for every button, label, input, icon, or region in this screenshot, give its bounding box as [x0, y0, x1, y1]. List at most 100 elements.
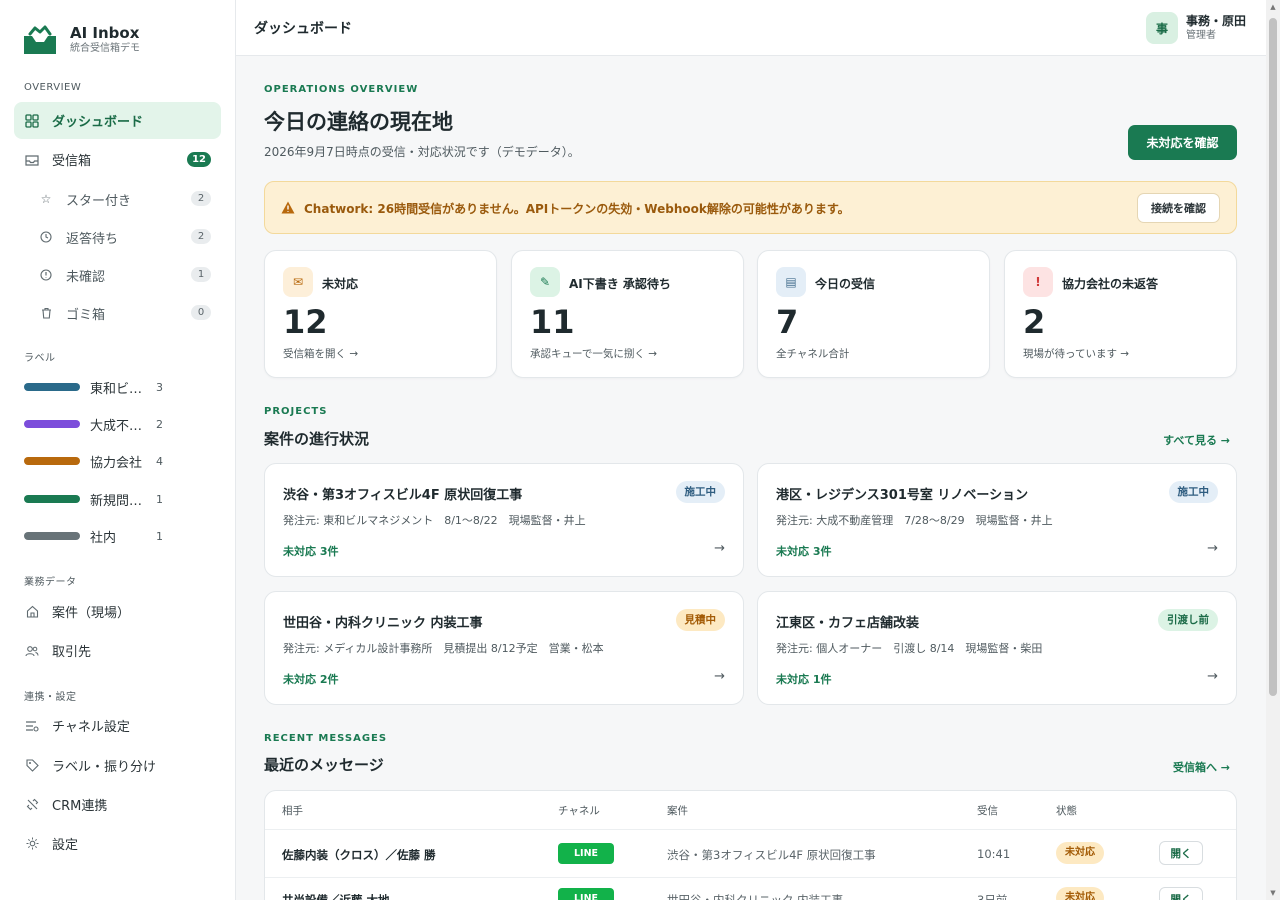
stat-value: 12 — [283, 303, 328, 341]
sidebar-item-labels-routing[interactable]: ラベル・振り分け — [14, 747, 221, 784]
arrow-right-icon[interactable]: → — [714, 541, 725, 556]
label-color-bar — [24, 457, 80, 465]
project-card[interactable]: 渋谷・第3オフィスビル4F 原状回復工事 施工中 発注元: 東和ビルマネジメント… — [264, 463, 744, 577]
sun-gear-icon — [24, 836, 40, 852]
sidebar-item-projects[interactable]: 案件（現場） — [14, 593, 221, 630]
scroll-down-arrow-icon[interactable]: ▼ — [1269, 889, 1277, 897]
label-item[interactable]: 新規問… 1 — [24, 488, 163, 510]
arrow-right-icon[interactable]: → — [1207, 541, 1218, 556]
label-count: 1 — [156, 529, 163, 543]
arrow-right-icon[interactable]: → — [714, 669, 725, 684]
alert-text: Chatwork: 26時間受信がありません。APIトークンの失効・Webhoo… — [304, 202, 850, 216]
check-connection-button[interactable]: 接続を確認 — [1137, 193, 1220, 223]
alert-circle-icon — [38, 267, 54, 283]
count-badge: 2 — [191, 229, 211, 244]
stat-label: 未対応 — [322, 277, 359, 291]
stat-link[interactable]: 現場が待っています → — [1023, 346, 1129, 361]
stat-link[interactable]: 受信箱を開く → — [283, 346, 358, 361]
user-menu[interactable]: 事 事務・原田 管理者 — [1145, 12, 1246, 44]
project-card[interactable]: 江東区・カフェ店舗改装 引渡し前 発注元: 個人オーナー 引渡し 8/14 現場… — [757, 591, 1237, 705]
section-overview: OVERVIEW — [24, 82, 82, 93]
stat-card-ai-drafts[interactable]: ✎ AI下書き 承認待ち 11 承認キューで一気に捌く → — [511, 250, 744, 378]
sidebar-item-dashboard[interactable]: ダッシュボード — [14, 102, 221, 139]
label-count: 1 — [156, 492, 163, 506]
stat-link[interactable]: 承認キューで一気に捌く → — [530, 346, 657, 361]
project-status-badge: 引渡し前 — [1158, 609, 1218, 631]
message-project: 世田谷・内科クリニック 内装工事 — [667, 893, 844, 900]
arrow-right-icon[interactable]: → — [1207, 669, 1218, 684]
messages-title: 最近のメッセージ — [264, 756, 384, 774]
project-meta: 発注元: メディカル設計事務所 見積提出 8/12予定 営業・松本 — [283, 642, 604, 655]
label-count: 2 — [156, 417, 163, 431]
project-card[interactable]: 世田谷・内科クリニック 内装工事 見積中 発注元: メディカル設計事務所 見積提… — [264, 591, 744, 705]
inbox-count-badge: 12 — [187, 152, 211, 167]
stat-card-partner-unreplied[interactable]: ! 協力会社の未返答 2 現場が待っています → — [1004, 250, 1237, 378]
column-header: チャネル — [558, 805, 600, 817]
scroll-thumb[interactable] — [1269, 18, 1277, 696]
project-meta: 発注元: 大成不動産管理 7/28〜8/29 現場監督・井上 — [776, 514, 1053, 527]
recent-messages-table: 相手 チャネル 案件 受信 状態 佐藤内装（クロス）／佐藤 勝 LINE 渋谷・… — [264, 790, 1237, 900]
project-meta: 発注元: 東和ビルマネジメント 8/1〜8/22 現場監督・井上 — [283, 514, 586, 527]
scroll-up-arrow-icon[interactable]: ▲ — [1269, 3, 1277, 11]
label-name: 協力会社 — [90, 455, 143, 471]
messages-eyebrow: RECENT MESSAGES — [264, 733, 388, 744]
sidebar-item-channel-settings[interactable]: チャネル設定 — [14, 707, 221, 744]
sidebar-item-crm[interactable]: CRM連携 — [14, 786, 221, 823]
tray-icon: ▤ — [776, 267, 806, 297]
label-count: 3 — [156, 380, 163, 394]
project-card[interactable]: 港区・レジデンス301号室 リノベーション 施工中 発注元: 大成不動産管理 7… — [757, 463, 1237, 577]
sidebar-item-starred[interactable]: ☆ スター付き 2 — [28, 183, 221, 215]
open-message-button[interactable]: 開く — [1159, 841, 1203, 865]
sidebar-item-label: CRM連携 — [52, 799, 108, 814]
open-message-button[interactable]: 開く — [1159, 887, 1203, 900]
label-name: 新規問… — [90, 493, 143, 509]
sliders-icon — [24, 718, 40, 734]
stat-value: 11 — [530, 303, 575, 341]
exclamation-icon: ! — [1023, 267, 1053, 297]
label-count: 4 — [156, 454, 163, 468]
link-icon — [24, 797, 40, 813]
sidebar-item-inbox[interactable]: 受信箱 12 — [14, 141, 221, 178]
see-all-projects-link[interactable]: すべて見る → — [1163, 432, 1230, 448]
stat-link: 全チャネル合計 — [776, 348, 850, 360]
brand-title: AI Inbox — [70, 24, 140, 42]
sidebar-item-unconfirmed[interactable]: 未確認 1 — [28, 259, 221, 291]
label-item[interactable]: 東和ビ… 3 — [24, 376, 163, 398]
column-header: 案件 — [667, 805, 688, 817]
project-meta: 発注元: 個人オーナー 引渡し 8/14 現場監督・柴田 — [776, 642, 1043, 655]
stat-label: AI下書き 承認待ち — [569, 277, 671, 291]
channel-badge: LINE — [558, 843, 614, 864]
grid-icon — [24, 113, 40, 129]
column-header: 受信 — [977, 805, 998, 817]
label-item[interactable]: 社内 1 — [24, 525, 163, 547]
brand[interactable]: AI Inbox 統合受信箱デモ — [22, 24, 140, 56]
label-item[interactable]: 大成不… 2 — [24, 413, 163, 435]
stat-card-today-received[interactable]: ▤ 今日の受信 7 全チャネル合計 — [757, 250, 990, 378]
section-settings: 連携・設定 — [24, 692, 77, 703]
user-name: 事務・原田 — [1185, 14, 1246, 28]
mail-icon: ✉ — [283, 267, 313, 297]
row-divider — [265, 829, 1236, 830]
go-to-inbox-link[interactable]: 受信箱へ → — [1173, 759, 1230, 775]
label-item[interactable]: 協力会社 4 — [24, 450, 163, 472]
project-unhandled-count: 未対応 1件 — [776, 673, 832, 686]
count-badge: 2 — [191, 191, 211, 206]
clock-icon — [38, 229, 54, 245]
label-name: 大成不… — [90, 418, 143, 434]
status-badge: 未対応 — [1056, 842, 1104, 864]
overview-eyebrow: OPERATIONS OVERVIEW — [264, 84, 419, 95]
sidebar-item-trash[interactable]: ゴミ箱 0 — [28, 297, 221, 329]
projects-title: 案件の進行状況 — [264, 430, 370, 448]
page-scrollbar[interactable]: ▲ ▼ — [1266, 0, 1280, 900]
message-sender: 井尚設備／近藤 大地 — [282, 893, 390, 900]
column-header: 状態 — [1056, 805, 1077, 817]
sidebar-item-clients[interactable]: 取引先 — [14, 632, 221, 669]
pen-icon: ✎ — [530, 267, 560, 297]
sidebar-item-settings[interactable]: 設定 — [14, 825, 221, 862]
review-unhandled-button[interactable]: 未対応を確認 — [1128, 125, 1237, 160]
warning-icon — [281, 201, 295, 214]
tag-icon — [24, 758, 40, 774]
stat-value: 2 — [1023, 303, 1046, 341]
stat-card-unhandled[interactable]: ✉ 未対応 12 受信箱を開く → — [264, 250, 497, 378]
sidebar-item-awaiting-reply[interactable]: 返答待ち 2 — [28, 221, 221, 253]
